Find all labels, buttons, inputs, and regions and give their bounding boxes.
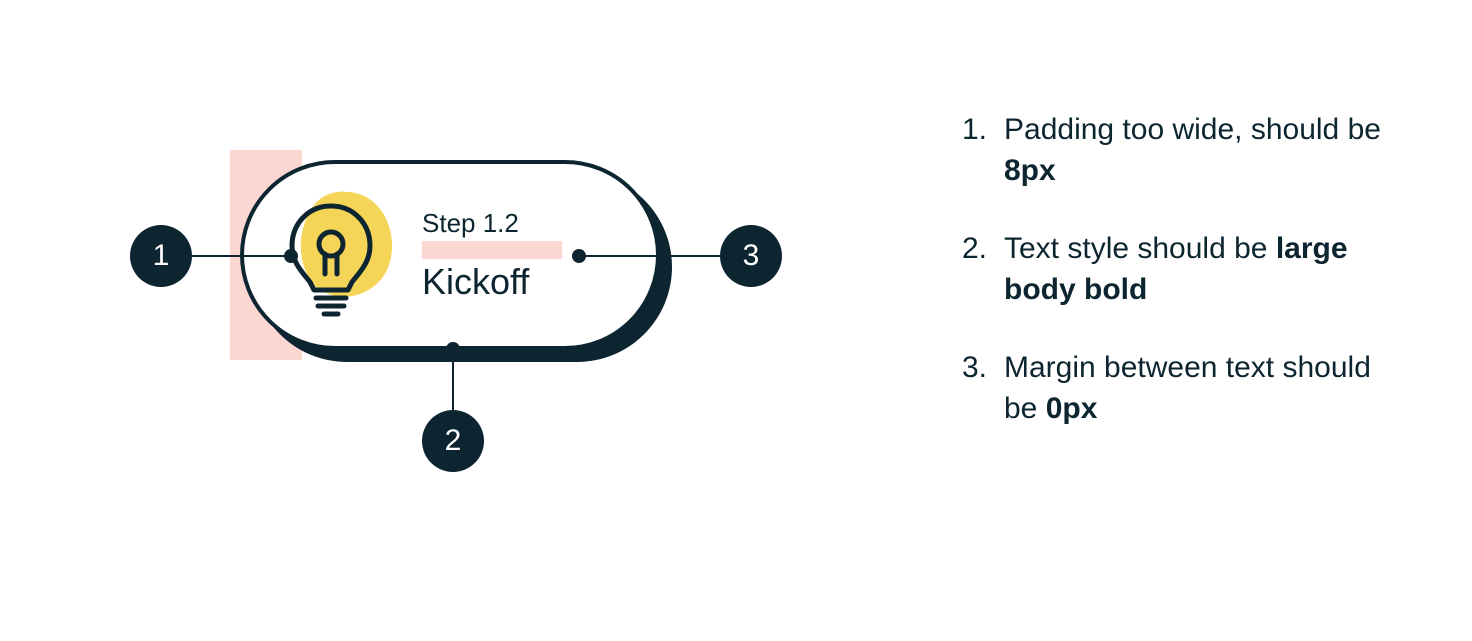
diagram-canvas: Step 1.2 Kickoff 1 2 3 1. Padding too wi… (0, 0, 1472, 641)
annotation-text-pre: Padding too wide, should be (1004, 113, 1381, 146)
leader-dot-1 (284, 249, 298, 263)
pill-text-group: Step 1.2 Kickoff (422, 208, 562, 303)
step-label: Step 1.2 (422, 208, 562, 239)
annotation-text-bold: 8px (1004, 154, 1056, 187)
annotation-text-bold: 0px (1046, 392, 1098, 425)
annotation-number: 1. (962, 110, 1004, 191)
callout-badge-3-num: 3 (743, 239, 760, 273)
annotation-text: Padding too wide, should be 8px (1004, 110, 1392, 191)
leader-dot-3 (572, 249, 586, 263)
annotation-text: Text style should be large body bold (1004, 229, 1392, 310)
callout-badge-2: 2 (422, 410, 484, 472)
leader-line-1 (192, 255, 288, 257)
callout-badge-2-num: 2 (445, 424, 462, 458)
lightbulb-icon (284, 190, 394, 320)
annotation-number: 2. (962, 229, 1004, 310)
annotation-item: 2. Text style should be large body bold (962, 229, 1392, 310)
leader-line-3 (582, 255, 720, 257)
callout-badge-3: 3 (720, 225, 782, 287)
annotation-number: 3. (962, 348, 1004, 429)
annotation-list: 1. Padding too wide, should be 8px 2. Te… (962, 110, 1392, 467)
margin-highlight (422, 241, 562, 259)
lightbulb-outline-icon (284, 200, 379, 320)
leader-line-2 (452, 352, 454, 410)
annotation-text-pre: Text style should be (1004, 232, 1276, 265)
pill-component: Step 1.2 Kickoff (240, 160, 680, 370)
annotation-text: Margin between text should be 0px (1004, 348, 1392, 429)
annotation-item: 1. Padding too wide, should be 8px (962, 110, 1392, 191)
annotation-item: 3. Margin between text should be 0px (962, 348, 1392, 429)
callout-badge-1: 1 (130, 225, 192, 287)
pill-title: Kickoff (422, 261, 562, 303)
callout-badge-1-num: 1 (153, 239, 170, 273)
leader-dot-2 (446, 342, 460, 356)
